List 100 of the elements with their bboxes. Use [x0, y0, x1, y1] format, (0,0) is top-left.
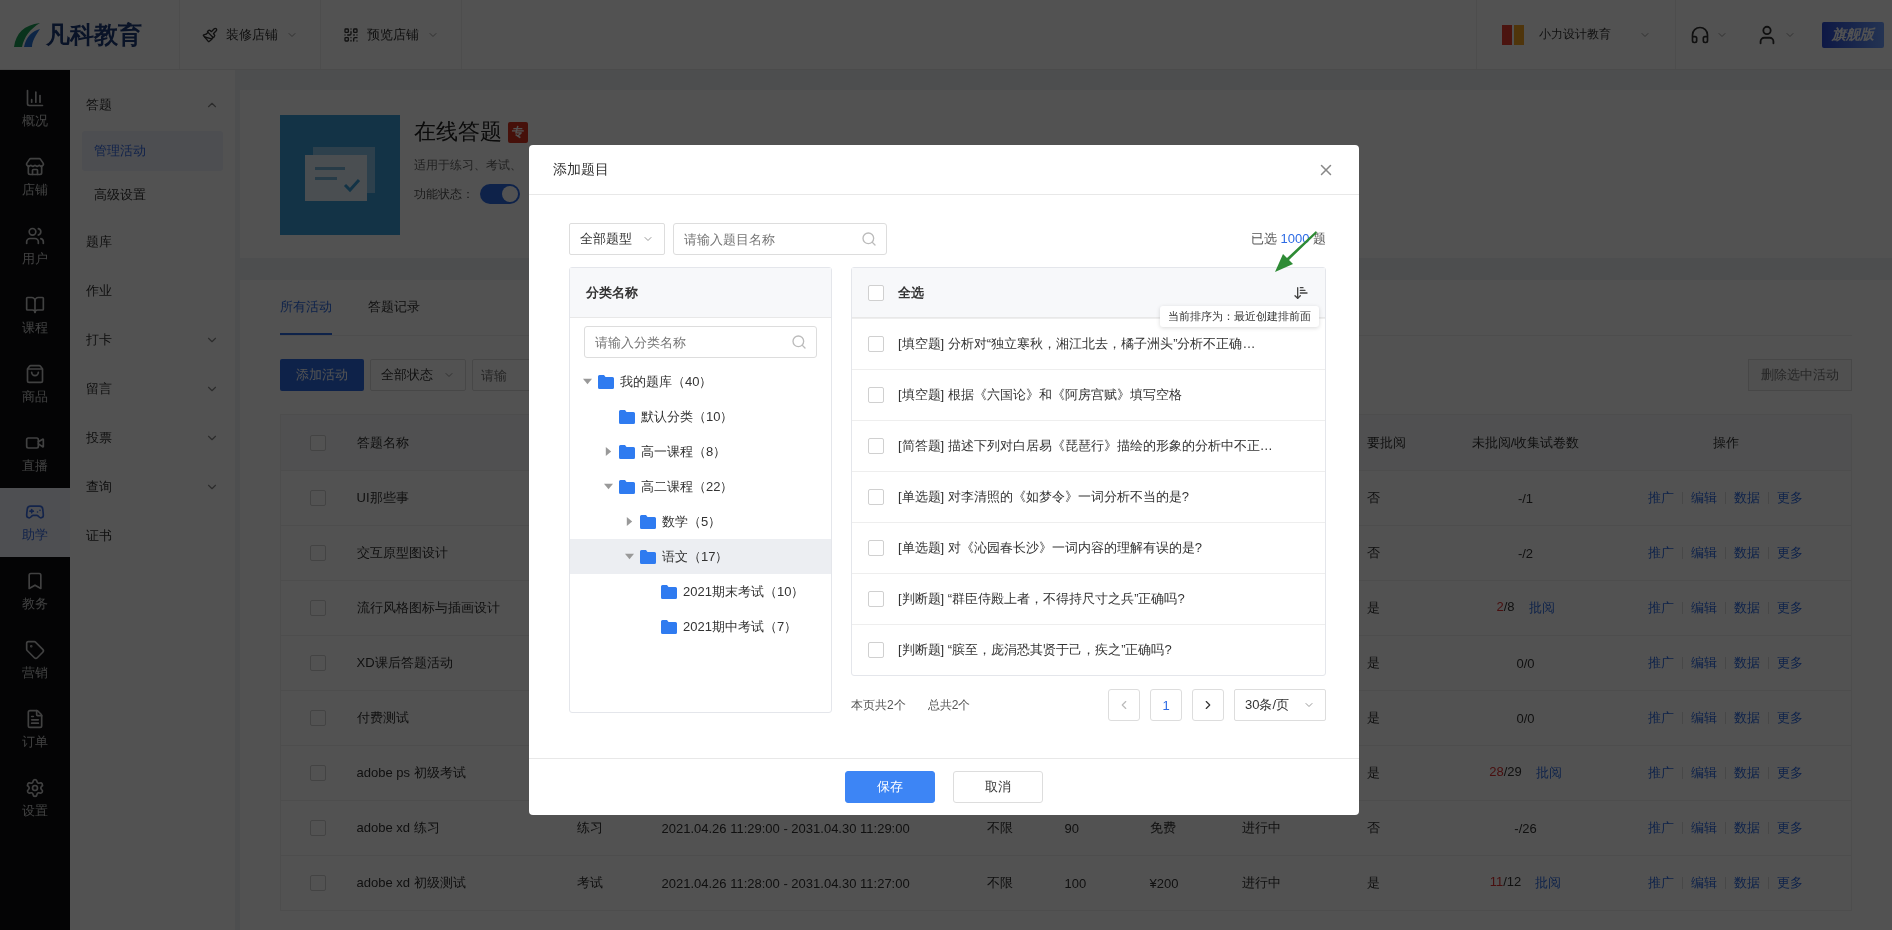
shop-switcher[interactable]: 小力设计教育 [1476, 0, 1676, 69]
action-link[interactable]: 数据 [1734, 654, 1761, 672]
table-cell: 2021.04.26 11:28:00 - 2031.04.30 11:27:00 [661, 875, 910, 891]
logo-icon [12, 20, 42, 49]
checkbox[interactable] [868, 336, 884, 352]
action-link[interactable]: 编辑 [1691, 544, 1718, 562]
action-link[interactable]: 推广 [1648, 544, 1675, 562]
status-toggle[interactable] [480, 184, 520, 204]
action-link[interactable]: 数据 [1734, 709, 1761, 727]
action-link[interactable]: 推广 [1648, 599, 1675, 617]
submenu-item[interactable]: 作业 [82, 266, 223, 315]
submenu-item[interactable]: 答题 [82, 80, 223, 129]
table-cell: 是 [1366, 710, 1380, 725]
brush-icon [202, 26, 218, 43]
caret-icon[interactable] [624, 552, 634, 561]
action-link[interactable]: 更多 [1777, 874, 1804, 892]
caret-icon[interactable] [603, 482, 613, 491]
page-size-select[interactable]: 30条/页 [1234, 689, 1326, 721]
table-cell: 进行中 [1241, 875, 1281, 890]
checkbox[interactable] [868, 591, 884, 607]
action-link[interactable]: 更多 [1777, 599, 1804, 617]
prev-page-button[interactable] [1108, 689, 1140, 721]
search-field[interactable]: 请输入题目名称 [673, 223, 887, 255]
tab[interactable]: 所有活动 [280, 280, 332, 335]
table-cell: 否 [1366, 820, 1380, 835]
action-link[interactable]: 编辑 [1691, 599, 1718, 617]
table-cell: 90 [1064, 820, 1079, 836]
headset-icon [1690, 24, 1710, 45]
table-cell: 否 [1366, 490, 1380, 505]
add-button[interactable]: 添加活动 [280, 359, 364, 391]
action-link[interactable]: 更多 [1777, 709, 1804, 727]
action-link[interactable]: 数据 [1734, 544, 1761, 562]
tab[interactable]: 答题记录 [368, 280, 420, 335]
cancel-button[interactable]: 取消 [953, 771, 1043, 803]
action-link[interactable]: 更多 [1777, 544, 1804, 562]
table-cell: 免费 [1149, 820, 1176, 835]
table-cell: UI那些事 [356, 490, 409, 505]
caret-icon[interactable] [603, 447, 613, 456]
action-link[interactable]: 编辑 [1691, 489, 1718, 507]
sort-button[interactable] [1293, 284, 1309, 301]
submenu-item[interactable]: 题库 [82, 217, 223, 266]
action-link[interactable]: 推广 [1648, 709, 1675, 727]
table-cell: 是 [1366, 875, 1380, 890]
table-cell-text: 11/12 [1489, 874, 1522, 891]
action-link[interactable]: 推广 [1648, 874, 1675, 892]
action-link[interactable]: 编辑 [1691, 764, 1718, 782]
checkbox[interactable] [868, 540, 884, 556]
caret-icon[interactable] [582, 377, 592, 386]
checkbox[interactable] [868, 284, 884, 301]
action-link[interactable]: 推广 [1648, 489, 1675, 507]
type-select[interactable]: 全部题型 [569, 223, 665, 255]
table-cell: 流行风格图标与插画设计 [356, 600, 500, 615]
bag-icon [25, 363, 45, 384]
checkbox[interactable] [868, 387, 884, 403]
action-link[interactable]: 更多 [1777, 654, 1804, 672]
review-link[interactable]: 批阅 [1528, 599, 1555, 617]
action-link[interactable]: 数据 [1734, 764, 1761, 782]
table-cell: 付费测试 [356, 710, 409, 725]
checkbox[interactable] [868, 489, 884, 505]
next-page-button[interactable] [1192, 689, 1224, 721]
submenu-item[interactable]: 留言 [82, 364, 223, 413]
chart-icon [25, 87, 45, 108]
checkbox[interactable] [868, 642, 884, 658]
review-link[interactable]: 批阅 [1535, 874, 1562, 892]
action-link[interactable]: 编辑 [1691, 819, 1718, 837]
action-link[interactable]: 数据 [1734, 819, 1761, 837]
tree-item[interactable]: 语文（17） [570, 539, 831, 574]
selected-count: 已选 1000 题 [1250, 230, 1326, 248]
action-link[interactable]: 数据 [1734, 599, 1761, 617]
review-link[interactable]: 批阅 [1535, 764, 1562, 782]
submenu-item[interactable]: 打卡 [82, 315, 223, 364]
action-link[interactable]: 更多 [1777, 764, 1804, 782]
top-menu[interactable]: 装修店铺 [180, 0, 321, 69]
table-cell: 否 [1366, 545, 1380, 560]
submenu-item[interactable]: 查询 [82, 462, 223, 511]
action-link[interactable]: 推广 [1648, 654, 1675, 672]
top-menu[interactable]: 预览店铺 [321, 0, 462, 69]
action-link[interactable]: 更多 [1777, 489, 1804, 507]
search-field[interactable]: 请输入分类名称 [584, 326, 817, 358]
caret-icon[interactable] [624, 517, 634, 526]
action-link[interactable]: 推广 [1648, 819, 1675, 837]
checkbox[interactable] [868, 438, 884, 454]
submenu-item[interactable]: 证书 [82, 511, 223, 560]
page-button[interactable]: 1 [1150, 689, 1182, 721]
action-link[interactable]: 推广 [1648, 764, 1675, 782]
submenu-item[interactable]: 高级设置 [82, 175, 223, 215]
action-link[interactable]: 数据 [1734, 874, 1761, 892]
column-header: 操作 [1712, 434, 1739, 450]
settings-icon [25, 777, 45, 798]
save-button[interactable]: 保存 [845, 771, 935, 803]
status-select[interactable]: 全部状态 [370, 359, 466, 391]
action-link[interactable]: 更多 [1777, 819, 1804, 837]
action-link[interactable]: 编辑 [1691, 709, 1718, 727]
table-cell: 是 [1366, 765, 1380, 780]
grid-icon [343, 26, 359, 43]
submenu-item[interactable]: 投票 [82, 413, 223, 462]
table-cell: 练习 [576, 820, 603, 835]
action-link[interactable]: 编辑 [1691, 874, 1718, 892]
action-link[interactable]: 编辑 [1691, 654, 1718, 672]
action-link[interactable]: 数据 [1734, 489, 1761, 507]
